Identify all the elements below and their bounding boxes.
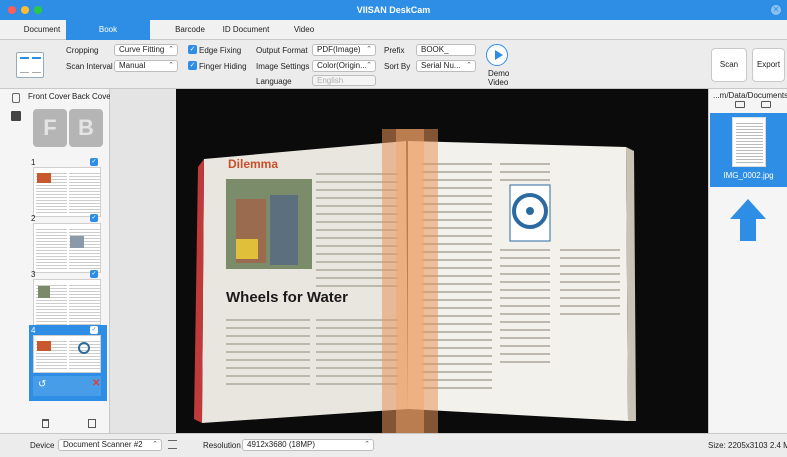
scan-interval-label: Scan Interval	[66, 62, 113, 71]
cropping-select[interactable]: Curve Fitting ⌃	[114, 44, 178, 56]
chevron-updown-icon: ⌃	[168, 46, 174, 53]
demo-video-label: Demo	[488, 69, 510, 78]
scan-interval-value: Manual	[119, 61, 146, 70]
sort-by-label: Sort By	[384, 62, 411, 71]
file-thumbnail	[732, 117, 766, 167]
book-image	[194, 129, 636, 433]
magazine-title: Dilemma	[228, 157, 279, 171]
tab-video[interactable]: Video	[284, 20, 324, 40]
image-settings-label: Image Settings	[256, 62, 310, 71]
file-name: IMG_0002.jpg	[723, 171, 774, 180]
play-icon[interactable]	[486, 44, 508, 66]
back-cover-placeholder[interactable]: B	[69, 109, 103, 147]
prefix-value: BOOK_	[421, 45, 449, 54]
chevron-updown-icon: ⌃	[364, 441, 370, 448]
page-thumbnail-2[interactable]	[33, 223, 101, 273]
folder-icon[interactable]	[735, 101, 745, 108]
close-icon[interactable]: ✕	[771, 5, 781, 15]
image-settings-value: Color(Origin...	[317, 61, 367, 70]
device-label: Device	[30, 441, 55, 450]
finger-hiding-label: Finger Hiding	[199, 62, 247, 71]
device-value: Document Scanner #2	[63, 440, 143, 449]
chevron-updown-icon: ⌃	[366, 46, 372, 53]
window-title: VIISAN DeskCam	[356, 5, 431, 15]
output-format-label: Output Format	[256, 46, 308, 55]
title-bar: VIISAN DeskCam ✕	[0, 0, 787, 20]
edge-fixing-label: Edge Fixing	[199, 46, 242, 55]
status-bar: Device Document Scanner #2 ⌃ Resolution 4…	[0, 433, 787, 457]
language-select[interactable]: English	[312, 75, 376, 86]
back-cover-tab[interactable]: Back Cover	[72, 92, 113, 101]
resolution-select[interactable]: 4912x3680 (18MP) ⌃	[242, 439, 374, 451]
page-thumbnail-3[interactable]	[33, 279, 101, 329]
settings-sliders-icon[interactable]	[168, 440, 177, 449]
front-cover-placeholder[interactable]: F	[33, 109, 67, 147]
sort-by-value: Serial Nu...	[421, 61, 461, 70]
copy-icon[interactable]	[88, 419, 96, 428]
chevron-updown-icon: ⌃	[366, 62, 372, 69]
finger-hiding-checkbox[interactable]: ✓	[188, 61, 197, 70]
chevron-updown-icon: ⌃	[466, 62, 472, 69]
prefix-label: Prefix	[384, 46, 405, 55]
page-number: 3	[31, 270, 36, 279]
page-number: 2	[31, 214, 36, 223]
page-thumbnail-4[interactable]	[33, 335, 101, 373]
scan-button[interactable]: Scan	[711, 48, 747, 82]
page-4-checkbox[interactable]: ✓	[90, 326, 98, 334]
delete-x-icon[interactable]: ✕	[92, 378, 100, 389]
prefix-input[interactable]: BOOK_	[416, 44, 476, 56]
cropping-value: Curve Fitting	[119, 45, 165, 54]
language-value: English	[317, 76, 344, 85]
resolution-label: Resolution	[203, 441, 241, 450]
toolbar: Cropping Curve Fitting ⌃ Scan Interval Ma…	[0, 40, 787, 89]
page-1-checkbox[interactable]: ✓	[90, 158, 98, 166]
page-number: 4	[31, 326, 36, 335]
resolution-value: 4912x3680 (18MP)	[247, 440, 316, 449]
file-item-selected[interactable]: IMG_0002.jpg	[710, 113, 787, 187]
image-settings-select[interactable]: Color(Origin... ⌃	[312, 60, 376, 72]
export-button[interactable]: Export	[752, 48, 785, 82]
output-format-select[interactable]: PDF(Image) ⌃	[312, 44, 376, 56]
folder-path: ...m/Data/Documents	[713, 91, 787, 100]
sort-by-select[interactable]: Serial Nu... ⌃	[416, 60, 476, 72]
trash-icon[interactable]	[42, 419, 49, 428]
article-title: Wheels for Water	[226, 289, 348, 306]
scan-interval-select[interactable]: Manual ⌃	[114, 60, 178, 72]
mode-tabs: Document Book Barcode ID Document Video	[0, 20, 787, 40]
page-thumbnail-panel: Front Cover Back Cover F B 1 ✓ 2 ✓ 3 ✓ 4…	[0, 89, 113, 433]
demo-video-label-2: Video	[488, 78, 509, 87]
chevron-updown-icon: ⌃	[168, 62, 174, 69]
edge-fixing-checkbox[interactable]: ✓	[188, 45, 197, 54]
tab-id-document[interactable]: ID Document	[196, 20, 296, 40]
page-2-checkbox[interactable]: ✓	[90, 214, 98, 222]
tab-book[interactable]: Book	[66, 20, 150, 40]
page-3-checkbox[interactable]: ✓	[90, 270, 98, 278]
cropping-label: Cropping	[66, 46, 99, 55]
person-icon[interactable]	[12, 93, 20, 103]
viewer-gutter	[110, 89, 176, 433]
front-cover-tab[interactable]: Front Cover	[28, 92, 70, 101]
arrow-up-icon	[730, 199, 766, 243]
output-format-value: PDF(Image)	[317, 45, 361, 54]
chevron-updown-icon: ⌃	[152, 441, 158, 448]
file-panel: ...m/Data/Documents IMG_0002.jpg	[708, 89, 787, 433]
book-mode-icon	[16, 52, 44, 78]
language-label: Language	[256, 77, 292, 86]
page-number: 1	[31, 158, 36, 167]
image-size-text: Size: 2205x3103 2.4 MB	[708, 441, 787, 450]
folder-open-icon[interactable]	[761, 101, 771, 108]
rotate-icon[interactable]: ↺	[38, 379, 46, 390]
camera-preview[interactable]: Dilemma Wheels for Water	[176, 89, 708, 433]
scanner-icon[interactable]	[11, 111, 21, 121]
page-thumbnail-1[interactable]	[33, 167, 101, 217]
device-select[interactable]: Document Scanner #2 ⌃	[58, 439, 162, 451]
